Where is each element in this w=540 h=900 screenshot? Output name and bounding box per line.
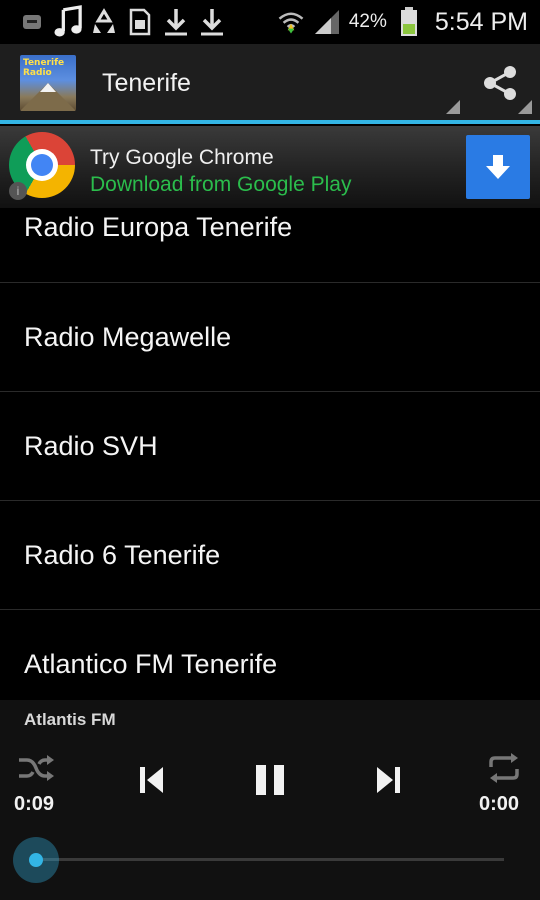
ad-title: Try Google Chrome: [90, 146, 274, 169]
list-item[interactable]: Radio SVH: [0, 392, 540, 501]
action-bar: Tenerife Radio Tenerife: [0, 44, 540, 122]
skip-next-icon: [377, 767, 400, 793]
seek-thumb[interactable]: [13, 837, 59, 883]
signal-icon: [313, 8, 341, 36]
player-bar: Atlantis FM 0:09 0:00: [0, 700, 540, 900]
page-title: Tenerife: [102, 68, 191, 97]
shuffle-icon: [19, 755, 54, 781]
share-icon: [484, 66, 516, 100]
accent-divider: [0, 120, 540, 124]
app-logo[interactable]: Tenerife Radio: [20, 55, 76, 111]
next-button[interactable]: [366, 758, 410, 802]
skip-previous-icon: [140, 767, 163, 793]
download-icon: [162, 8, 190, 36]
now-playing-label: Atlantis FM: [24, 710, 116, 729]
repeat-button[interactable]: [482, 750, 526, 786]
shuffle-button[interactable]: [14, 750, 58, 786]
station-name: Atlantico FM Tenerife: [24, 648, 278, 679]
recycle-icon: [90, 8, 118, 36]
download-icon: [198, 8, 226, 36]
download-arrow-icon: [486, 155, 510, 179]
sd-card-icon: [126, 8, 154, 36]
ad-info-icon[interactable]: i: [9, 182, 27, 200]
duration-time: 0:00: [479, 793, 520, 815]
battery-percent: 42%: [348, 11, 387, 32]
previous-button[interactable]: [130, 758, 174, 802]
snow-peak: [40, 83, 56, 92]
station-name: Radio 6 Tenerife: [24, 539, 221, 570]
notification-icon: [18, 8, 46, 36]
list-item[interactable]: Radio Megawelle: [0, 283, 540, 392]
status-bar: 42% 5:54 PM: [0, 0, 540, 44]
notification-icons: [0, 5, 226, 37]
ad-subtitle: Download from Google Play: [90, 173, 352, 196]
ad-download-button[interactable]: [466, 135, 530, 199]
wifi-icon: [277, 8, 305, 36]
overflow-corner-icon: [518, 100, 532, 114]
system-icons: 42% 5:54 PM: [277, 7, 540, 37]
list-item[interactable]: Radio 6 Tenerife: [0, 501, 540, 610]
pause-button[interactable]: [246, 758, 294, 802]
spinner-corner-icon: [446, 100, 460, 114]
app-logo-text: Tenerife Radio: [23, 58, 65, 78]
station-name: Radio Megawelle: [24, 321, 232, 352]
station-group-spinner[interactable]: Tenerife: [102, 44, 460, 122]
music-note-icon: [54, 5, 82, 37]
ad-banner[interactable]: i Try Google Chrome Download from Google…: [0, 126, 540, 208]
elapsed-time: 0:09: [14, 793, 55, 815]
repeat-icon: [489, 753, 519, 783]
clock: 5:54 PM: [434, 7, 528, 36]
seek-bar[interactable]: [38, 858, 504, 861]
station-list[interactable]: Radio Europa Tenerife Radio Megawelle Ra…: [0, 180, 540, 719]
battery-icon: [395, 7, 423, 36]
station-name: Radio SVH: [24, 430, 158, 461]
station-name: Radio Europa Tenerife: [24, 212, 293, 242]
share-button[interactable]: [460, 44, 540, 122]
pause-icon: [256, 765, 284, 795]
